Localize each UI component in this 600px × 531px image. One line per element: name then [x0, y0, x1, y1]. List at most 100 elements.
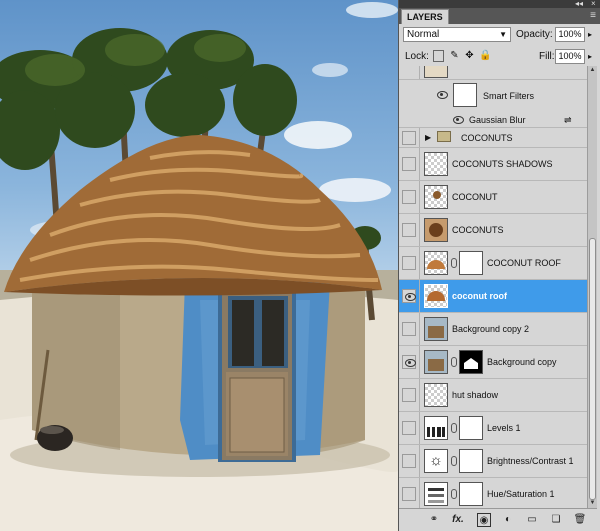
trash-icon[interactable]: 🗑 [573, 513, 587, 527]
layer-row[interactable]: COCONUT ROOF [399, 247, 587, 280]
layer-row[interactable]: hut shadow [399, 379, 587, 412]
visibility-toggle[interactable] [402, 256, 416, 270]
layer-name: Smart Filters [483, 91, 535, 101]
layer-row[interactable]: COCONUTS [399, 214, 587, 247]
opacity-input[interactable]: 100% [555, 27, 585, 42]
mask-link-icon[interactable] [451, 423, 457, 433]
layer-mask-thumbnail[interactable] [459, 350, 483, 374]
layers-scrollbar[interactable]: ▲ ▼ [587, 66, 597, 508]
layer-name: COCONUT [452, 192, 498, 202]
layer-mask-thumbnail[interactable] [459, 482, 483, 506]
layer-thumbnail [424, 152, 448, 176]
fill-input[interactable]: 100% [555, 49, 585, 64]
chevron-down-icon: ▼ [499, 30, 507, 39]
visibility-toggle[interactable] [402, 487, 416, 501]
layers-panel: ◂◂ × LAYERS ≡ Normal ▼ Opacity: 100% ▸ L… [398, 0, 600, 531]
eye-icon[interactable] [435, 88, 449, 102]
layer-name: Background copy [487, 357, 557, 367]
fill-label: Fill: [539, 51, 555, 62]
visibility-toggle[interactable] [402, 157, 416, 171]
visibility-toggle[interactable] [402, 454, 416, 468]
eye-icon[interactable] [402, 355, 416, 369]
visibility-toggle[interactable] [402, 421, 416, 435]
layer-row[interactable]: ☼ Brightness/Contrast 1 [399, 445, 587, 478]
layer-thumbnail [424, 284, 448, 308]
visibility-toggle[interactable] [402, 322, 416, 336]
layer-row[interactable]: COCONUT [399, 181, 587, 214]
layer-group-row[interactable]: ▶ COCONUTS [399, 128, 587, 148]
collapse-icon[interactable]: ◂◂ [575, 0, 583, 8]
scrollbar-thumb[interactable] [589, 238, 596, 500]
blend-mode-select[interactable]: Normal ▼ [403, 27, 511, 42]
brightness-contrast-icon: ☼ [424, 449, 448, 473]
lock-position-icon[interactable]: ✥ [464, 50, 475, 62]
blend-row: Normal ▼ Opacity: 100% ▸ [399, 24, 597, 46]
filter-row[interactable]: Gaussian Blur ⇌ [399, 112, 587, 128]
layer-thumbnail [424, 350, 448, 374]
layer-name: COCONUT ROOF [487, 258, 561, 268]
layer-name: COCONUTS SHADOWS [452, 159, 553, 169]
adjustment-layer-icon[interactable]: ◐ [501, 513, 515, 527]
folder-icon [437, 131, 451, 142]
visibility-toggle[interactable] [402, 223, 416, 237]
layer-mask-thumbnail[interactable] [459, 449, 483, 473]
layer-thumbnail [424, 251, 448, 275]
eye-icon[interactable] [402, 289, 416, 303]
layer-name: COCONUTS [461, 133, 513, 143]
filter-options-icon[interactable]: ⇌ [564, 114, 572, 126]
layer-row-selected[interactable]: coconut roof [399, 280, 587, 313]
mask-link-icon[interactable] [451, 456, 457, 466]
layer-name: coconut roof [452, 291, 507, 301]
visibility-toggle[interactable] [402, 388, 416, 402]
layer-row[interactable]: Hue/Saturation 1 [399, 478, 587, 508]
fill-slider-icon[interactable]: ▸ [588, 49, 592, 64]
layer-thumbnail [424, 317, 448, 341]
layer-mask-thumbnail[interactable] [459, 416, 483, 440]
opacity-label: Opacity: [516, 29, 553, 40]
layer-name: hut shadow [452, 390, 499, 400]
close-panel-icon[interactable]: × [591, 0, 596, 8]
layer-name: COCONUTS [452, 225, 504, 235]
opacity-slider-icon[interactable]: ▸ [588, 27, 592, 42]
scroll-up-icon[interactable]: ▲ [588, 66, 597, 75]
link-layers-icon[interactable]: ⚭ [427, 513, 441, 527]
visibility-toggle[interactable] [402, 131, 416, 145]
layer-row[interactable]: Background copy [399, 346, 587, 379]
tab-layers[interactable]: LAYERS [401, 9, 449, 24]
mask-link-icon[interactable] [451, 357, 457, 367]
hut-artwork [0, 2, 398, 531]
hue-saturation-icon [424, 482, 448, 506]
expand-triangle-icon[interactable]: ▶ [425, 132, 431, 144]
mask-link-icon[interactable] [451, 258, 457, 268]
lock-image-icon[interactable]: ✎ [449, 50, 460, 62]
eye-icon[interactable] [451, 113, 465, 127]
layer-row[interactable]: Background copy 2 [399, 313, 587, 346]
add-mask-icon[interactable]: ◉ [477, 513, 491, 527]
layer-thumbnail [424, 218, 448, 242]
blend-mode-value: Normal [407, 29, 440, 40]
levels-icon [424, 416, 448, 440]
layer-row[interactable]: COCONUTS SHADOWS [399, 148, 587, 181]
new-layer-icon[interactable]: ❏ [549, 513, 563, 527]
lock-transparency-icon[interactable] [433, 50, 444, 62]
visibility-toggle[interactable] [402, 190, 416, 204]
new-group-icon[interactable]: ▭ [525, 513, 539, 527]
smart-filters-row[interactable]: Smart Filters [399, 80, 587, 112]
scroll-down-icon[interactable]: ▼ [588, 499, 597, 508]
mask-link-icon[interactable] [451, 489, 457, 499]
layer-name: Background copy 2 [452, 324, 530, 334]
layer-name: Levels 1 [487, 423, 521, 433]
panel-menu-icon[interactable]: ≡ [590, 10, 596, 21]
layer-row[interactable]: Levels 1 [399, 412, 587, 445]
panel-tab-strip: LAYERS ≡ [399, 8, 600, 24]
layer-thumbnail [424, 66, 448, 78]
fx-icon[interactable]: fx. [451, 513, 465, 527]
layer-row[interactable] [399, 66, 587, 80]
panel-title-bar[interactable]: ◂◂ × [399, 0, 600, 8]
layer-thumbnail [424, 383, 448, 407]
layer-mask-thumbnail[interactable] [459, 251, 483, 275]
document-canvas[interactable] [0, 0, 398, 531]
lock-all-icon[interactable]: 🔒 [479, 50, 491, 62]
lock-label: Lock: [405, 51, 429, 62]
smart-filter-mask [453, 83, 477, 107]
